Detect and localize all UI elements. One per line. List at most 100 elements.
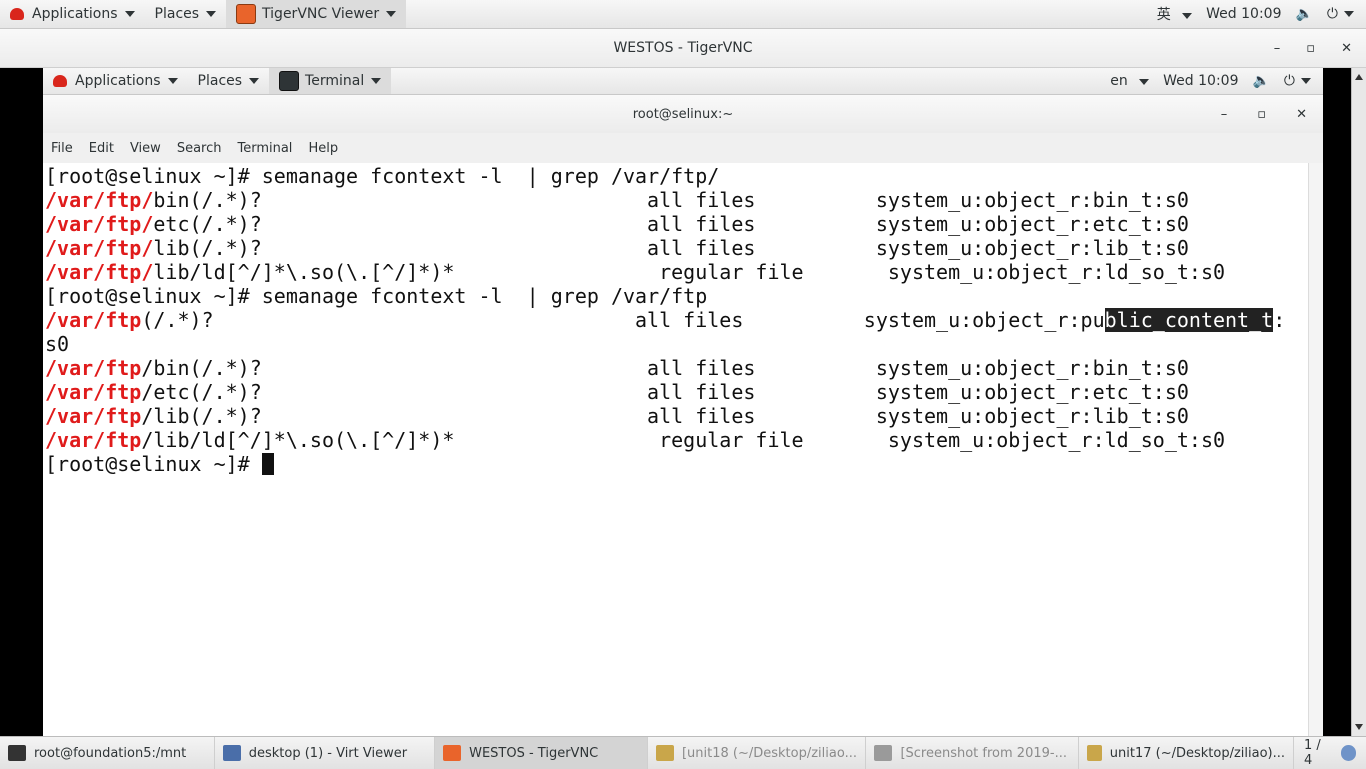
fcontext-entry: bin(/.*)? all files system_u:object_r:bi… — [153, 188, 1189, 212]
power-icon[interactable]: ⏻ — [1284, 73, 1295, 89]
terminal-titlebar: root@selinux:~ – ▫ ✕ — [43, 95, 1323, 133]
taskbar-item[interactable]: desktop (1) - Virt Viewer — [215, 737, 436, 769]
chevron-down-icon — [167, 78, 178, 84]
maximize-button[interactable]: ▫ — [1306, 41, 1315, 56]
volume-icon[interactable]: 🔈 — [1295, 6, 1312, 22]
menu-terminal[interactable]: Terminal — [229, 141, 300, 156]
inner-top-bar: Applications Places Terminal en Wed 10:0… — [43, 68, 1323, 95]
selected-text: blic_content_t — [1104, 308, 1274, 332]
vnc-scrollbar[interactable] — [1351, 68, 1366, 736]
terminal-line: [root@selinux ~]# semanage fcontext -l |… — [45, 164, 1309, 188]
chevron-down-icon — [124, 11, 135, 17]
menu-file[interactable]: File — [43, 141, 81, 156]
fcontext-entry: /bin(/.*)? all files system_u:object_r:b… — [141, 356, 1189, 380]
path-match: /var/ftp/ — [45, 212, 154, 236]
path-match: /var/ftp — [45, 428, 142, 452]
taskbar-item[interactable]: WESTOS - TigerVNC — [435, 737, 648, 769]
window-icon — [874, 745, 893, 761]
outer-places-menu[interactable]: Places — [145, 0, 227, 28]
outer-applications-label: Applications — [32, 6, 118, 22]
taskbar-item[interactable]: [Screenshot from 2019-... — [866, 737, 1080, 769]
shell-prompt: [root@selinux ~]# — [45, 164, 262, 188]
outer-app-menu[interactable]: TigerVNC Viewer — [226, 0, 407, 28]
terminal-title: root@selinux:~ — [632, 106, 734, 122]
shell-command: semanage fcontext -l | grep /var/ftp/ — [261, 164, 720, 188]
terminal-line: /var/ftp/lib(/.*)? all files system_u:ob… — [45, 404, 1309, 428]
power-icon[interactable]: ⏻ — [1327, 6, 1338, 22]
menu-view[interactable]: View — [122, 141, 169, 156]
taskbar-item-label: root@foundation5:/mnt — [34, 745, 187, 761]
terminal-line: /var/ftp/lib(/.*)? all files system_u:ob… — [45, 236, 1309, 260]
terminal-close-button[interactable]: ✕ — [1296, 107, 1307, 122]
menu-help[interactable]: Help — [300, 141, 346, 156]
menu-search[interactable]: Search — [169, 141, 230, 156]
outer-applications-menu[interactable]: Applications — [0, 0, 145, 28]
chevron-down-icon — [249, 78, 260, 84]
scroll-down-icon[interactable] — [1355, 724, 1363, 730]
terminal-line: s0 — [45, 332, 1309, 356]
terminal-output[interactable]: [root@selinux ~]# semanage fcontext -l |… — [43, 163, 1309, 736]
input-method-label: 英 — [1156, 7, 1171, 23]
remote-desktop: Applications Places Terminal en Wed 10:0… — [43, 68, 1323, 736]
language-label: en — [1110, 73, 1128, 89]
chevron-down-icon — [206, 11, 217, 17]
inner-applications-label: Applications — [75, 73, 161, 89]
fcontext-entry: (/.*)? all files system_u:object_r:pu — [141, 308, 1105, 332]
shell-command: semanage fcontext -l | grep /var/ftp — [261, 284, 708, 308]
terminal-line: /var/ftp/lib/ld[^/]*\.so(\.[^/]*)* regul… — [45, 428, 1309, 452]
terminal-line: /var/ftp/etc(/.*)? all files system_u:ob… — [45, 212, 1309, 236]
terminal-line: [root@selinux ~]# semanage fcontext -l |… — [45, 284, 1309, 308]
vnc-window-title: WESTOS - TigerVNC — [613, 40, 753, 56]
minimize-button[interactable]: – — [1274, 41, 1281, 56]
redhat-icon — [10, 8, 24, 20]
system-menu-chevron-icon[interactable] — [1301, 78, 1311, 84]
path-match: /var/ftp — [45, 380, 142, 404]
taskbar-item[interactable]: root@foundation5:/mnt — [0, 737, 215, 769]
inner-app-menu[interactable]: Terminal — [269, 68, 392, 94]
fcontext-entry: lib(/.*)? all files system_u:object_r:li… — [153, 236, 1189, 260]
scroll-up-icon[interactable] — [1355, 74, 1363, 80]
fcontext-entry: etc(/.*)? all files system_u:object_r:et… — [153, 212, 1189, 236]
workspace-pager[interactable]: 1 / 4 — [1294, 737, 1366, 769]
language-indicator[interactable]: en — [1110, 73, 1150, 89]
terminal-line: /var/ftp/bin(/.*)? all files system_u:ob… — [45, 356, 1309, 380]
path-match: /var/ftp — [45, 308, 142, 332]
inner-places-label: Places — [197, 73, 243, 89]
notification-icon[interactable] — [1341, 745, 1356, 761]
terminal-line: /var/ftp(/.*)? all files system_u:object… — [45, 308, 1309, 332]
input-method-indicator[interactable]: 英 — [1156, 4, 1193, 24]
terminal-icon — [279, 71, 300, 91]
menu-edit[interactable]: Edit — [81, 141, 122, 156]
fcontext-entry-tail: : — [1273, 308, 1286, 332]
terminal-minimize-button[interactable]: – — [1221, 107, 1228, 122]
chevron-down-icon — [386, 11, 397, 17]
inner-clock[interactable]: Wed 10:09 — [1163, 73, 1238, 89]
terminal-line: /var/ftp/bin(/.*)? all files system_u:ob… — [45, 188, 1309, 212]
taskbar-item-label: [unit18 (~/Desktop/ziliao... — [681, 745, 857, 761]
system-menu-chevron-icon[interactable] — [1344, 11, 1354, 17]
text-cursor — [261, 453, 274, 475]
taskbar-item[interactable]: unit17 (~/Desktop/ziliao)... — [1079, 737, 1295, 769]
taskbar: root@foundation5:/mnt desktop (1) - Virt … — [0, 736, 1366, 769]
path-match: /var/ftp/ — [45, 260, 154, 284]
taskbar-item[interactable]: [unit18 (~/Desktop/ziliao... — [648, 737, 867, 769]
inner-applications-menu[interactable]: Applications — [43, 68, 188, 94]
window-icon — [222, 745, 241, 761]
terminal-maximize-button[interactable]: ▫ — [1257, 107, 1266, 122]
path-match: /var/ftp — [45, 404, 142, 428]
inner-places-menu[interactable]: Places — [188, 68, 270, 94]
terminal-scrollbar[interactable] — [1308, 163, 1323, 736]
taskbar-item-label: [Screenshot from 2019-... — [900, 745, 1067, 761]
terminal-line: /var/ftp/etc(/.*)? all files system_u:ob… — [45, 380, 1309, 404]
terminal-line: [root@selinux ~]# — [45, 452, 1309, 476]
path-match: /var/ftp/ — [45, 236, 154, 260]
chevron-down-icon — [371, 78, 382, 84]
shell-prompt: [root@selinux ~]# — [45, 452, 262, 476]
outer-clock[interactable]: Wed 10:09 — [1206, 6, 1281, 22]
volume-icon[interactable]: 🔈 — [1252, 73, 1269, 89]
close-button[interactable]: ✕ — [1341, 41, 1352, 56]
taskbar-item-label: desktop (1) - Virt Viewer — [248, 745, 408, 761]
window-icon — [8, 745, 26, 761]
tigervnc-icon — [236, 4, 257, 24]
redhat-icon — [53, 75, 67, 87]
